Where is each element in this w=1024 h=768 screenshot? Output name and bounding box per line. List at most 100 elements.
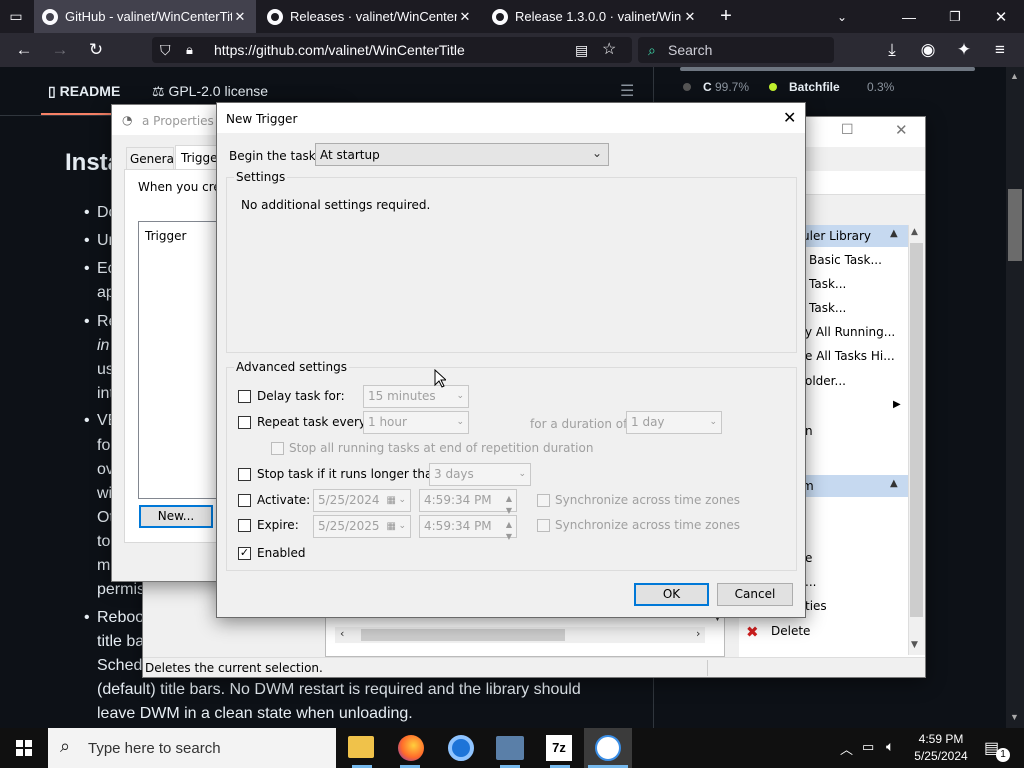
action-item[interactable]: older... xyxy=(805,374,846,388)
extensions-icon[interactable]: ✦ xyxy=(948,33,980,67)
language-c[interactable]: C xyxy=(703,80,712,94)
enabled-checkbox[interactable]: ✓ xyxy=(238,547,251,560)
stop-all-checkbox[interactable] xyxy=(271,442,284,455)
address-bar[interactable]: ⛉ 🔒︎ https://github.com/valinet/WinCente… xyxy=(152,37,632,63)
actions-scrollbar-thumb[interactable] xyxy=(910,243,923,617)
firefox-icon[interactable] xyxy=(398,735,424,761)
task-scheduler-taskbar-button[interactable] xyxy=(584,728,632,768)
action-item[interactable]: ties xyxy=(805,599,827,613)
tab-general[interactable]: General xyxy=(126,147,177,169)
license-tab[interactable]: ⚖ GPL-2.0 license xyxy=(152,83,268,100)
collapse-icon[interactable]: ▲ xyxy=(890,478,898,489)
download-icon[interactable]: ⤓ xyxy=(876,33,908,67)
readme-tab[interactable]: ▯ README xyxy=(48,83,120,100)
collapse-icon[interactable]: ▲ xyxy=(890,228,898,239)
start-button[interactable] xyxy=(0,728,48,768)
file-explorer-icon[interactable] xyxy=(348,736,374,758)
delete-icon: ✖ xyxy=(746,623,759,641)
action-item[interactable]: ... xyxy=(805,575,816,589)
clock-date[interactable]: 5/25/2024 xyxy=(910,749,972,763)
delay-checkbox[interactable] xyxy=(238,390,251,403)
stop-long-select[interactable]: 3 days ⌄ xyxy=(429,463,531,486)
close-tab-icon[interactable]: ✕ xyxy=(682,9,698,25)
repeat-checkbox[interactable] xyxy=(238,416,251,429)
calendar-icon: ▦ xyxy=(386,495,396,506)
activate-sync-checkbox[interactable] xyxy=(537,494,550,507)
readme-tab-label: README xyxy=(59,83,121,99)
account-icon[interactable]: ◉ xyxy=(912,33,944,67)
volume-icon[interactable]: 🔈︎ xyxy=(886,738,894,755)
app-icon[interactable] xyxy=(496,736,524,760)
action-item[interactable]: Task... xyxy=(809,301,846,315)
action-item[interactable]: Task... xyxy=(809,277,846,291)
restore-icon[interactable]: ❐ xyxy=(940,0,970,33)
expire-date-picker[interactable]: 5/25/2025 ▦ ⌄ xyxy=(313,515,411,538)
activate-time-picker[interactable]: 4:59:34 PM ▲ ▼ xyxy=(419,489,517,515)
page-scrollbar[interactable] xyxy=(1006,67,1024,728)
scroll-down-icon[interactable]: ▼ xyxy=(911,640,918,650)
scroll-up-icon[interactable]: ▲ xyxy=(911,227,918,237)
close-window-icon[interactable]: ✕ xyxy=(986,0,1016,33)
back-icon[interactable]: ← xyxy=(8,33,40,67)
outline-icon[interactable]: ☰ xyxy=(620,81,634,101)
language-batchfile[interactable]: Batchfile xyxy=(789,80,840,94)
submenu-arrow-icon[interactable]: ▶ xyxy=(893,399,901,410)
cancel-button[interactable]: Cancel xyxy=(717,583,793,606)
repeat-select[interactable]: 1 hour ⌄ xyxy=(363,411,469,434)
scroll-down-icon[interactable]: ▼ xyxy=(1010,712,1019,722)
browser-tab-1[interactable]: GitHub - valinet/WinCenterTitle: ✕ xyxy=(34,0,256,33)
forward-icon[interactable]: → xyxy=(44,33,76,67)
close-icon[interactable]: ✕ xyxy=(895,121,908,139)
stop-long-checkbox[interactable] xyxy=(238,468,251,481)
action-item[interactable]: n xyxy=(805,424,813,438)
activate-date-picker[interactable]: 5/25/2024 ▦ ⌄ xyxy=(313,489,411,512)
browser-icon[interactable] xyxy=(448,735,474,761)
search-bar[interactable]: ⌕ Search xyxy=(638,37,834,63)
ok-button[interactable]: OK xyxy=(634,583,709,606)
activate-checkbox[interactable] xyxy=(238,494,251,507)
shield-icon[interactable]: ⛉ xyxy=(160,37,171,63)
mouse-cursor-icon xyxy=(434,369,446,388)
scroll-left-icon[interactable]: ‹ xyxy=(340,627,344,640)
maximize-icon[interactable]: ☐ xyxy=(841,122,854,138)
list-all-tabs-icon[interactable]: ▭ xyxy=(0,0,32,33)
browser-tab-2[interactable]: Releases · valinet/WinCenterTitle ✕ xyxy=(259,0,481,33)
close-icon[interactable]: ✕ xyxy=(783,108,796,127)
7zip-icon[interactable]: 7z xyxy=(546,735,572,761)
menu-icon[interactable]: ≡ xyxy=(984,33,1016,67)
duration-select[interactable]: 1 day ⌄ xyxy=(626,411,722,434)
close-tab-icon[interactable]: ✕ xyxy=(232,9,248,25)
action-item[interactable]: Basic Task... xyxy=(809,253,882,267)
horizontal-scrollbar-thumb[interactable] xyxy=(361,629,565,641)
reload-icon[interactable]: ↻ xyxy=(80,33,112,67)
new-trigger-button[interactable]: New... xyxy=(139,505,213,528)
chevron-down-icon[interactable]: ⌄ xyxy=(828,0,856,33)
taskbar-search-box[interactable]: ⌕ Type here to search xyxy=(48,728,336,768)
close-tab-icon[interactable]: ✕ xyxy=(457,9,473,25)
minimize-icon[interactable]: — xyxy=(894,0,924,33)
page-scrollbar-thumb[interactable] xyxy=(1008,189,1022,261)
begin-task-select[interactable]: At startup ⌄ xyxy=(315,143,609,166)
action-delete[interactable]: Delete xyxy=(771,624,810,638)
spinner-down-icon[interactable]: ▼ xyxy=(506,526,512,547)
scroll-up-icon[interactable]: ▲ xyxy=(1010,71,1019,81)
scroll-right-icon[interactable]: › xyxy=(696,627,700,640)
status-bar: Deletes the current selection. xyxy=(143,657,925,677)
action-item[interactable]: e xyxy=(805,551,812,565)
browser-tab-3[interactable]: Release 1.3.0.0 · valinet/WinCent ✕ xyxy=(484,0,706,33)
url-text: https://github.com/valinet/WinCenterTitl… xyxy=(214,42,465,58)
action-item[interactable]: e All Tasks Hi... xyxy=(805,349,895,363)
book-icon: ▯ xyxy=(48,83,56,99)
expire-sync-checkbox[interactable] xyxy=(537,519,550,532)
new-tab-icon[interactable]: + xyxy=(712,0,740,33)
taskbar: ⌕ Type here to search 7z ︿ ▭ 🔈︎ 4:59 PM … xyxy=(0,728,1024,768)
expire-time-picker[interactable]: 4:59:34 PM ▲ ▼ xyxy=(419,515,517,541)
expire-checkbox[interactable] xyxy=(238,519,251,532)
bookmark-star-icon[interactable]: ☆ xyxy=(602,37,616,63)
reader-view-icon[interactable]: ▤ xyxy=(575,37,588,63)
delay-select[interactable]: 15 minutes ⌄ xyxy=(363,385,469,408)
action-item[interactable]: y All Running... xyxy=(805,325,895,339)
clock-time[interactable]: 4:59 PM xyxy=(914,732,968,746)
show-hidden-icons-icon[interactable]: ︿ xyxy=(840,739,853,758)
network-icon[interactable]: ▭ xyxy=(862,739,874,755)
